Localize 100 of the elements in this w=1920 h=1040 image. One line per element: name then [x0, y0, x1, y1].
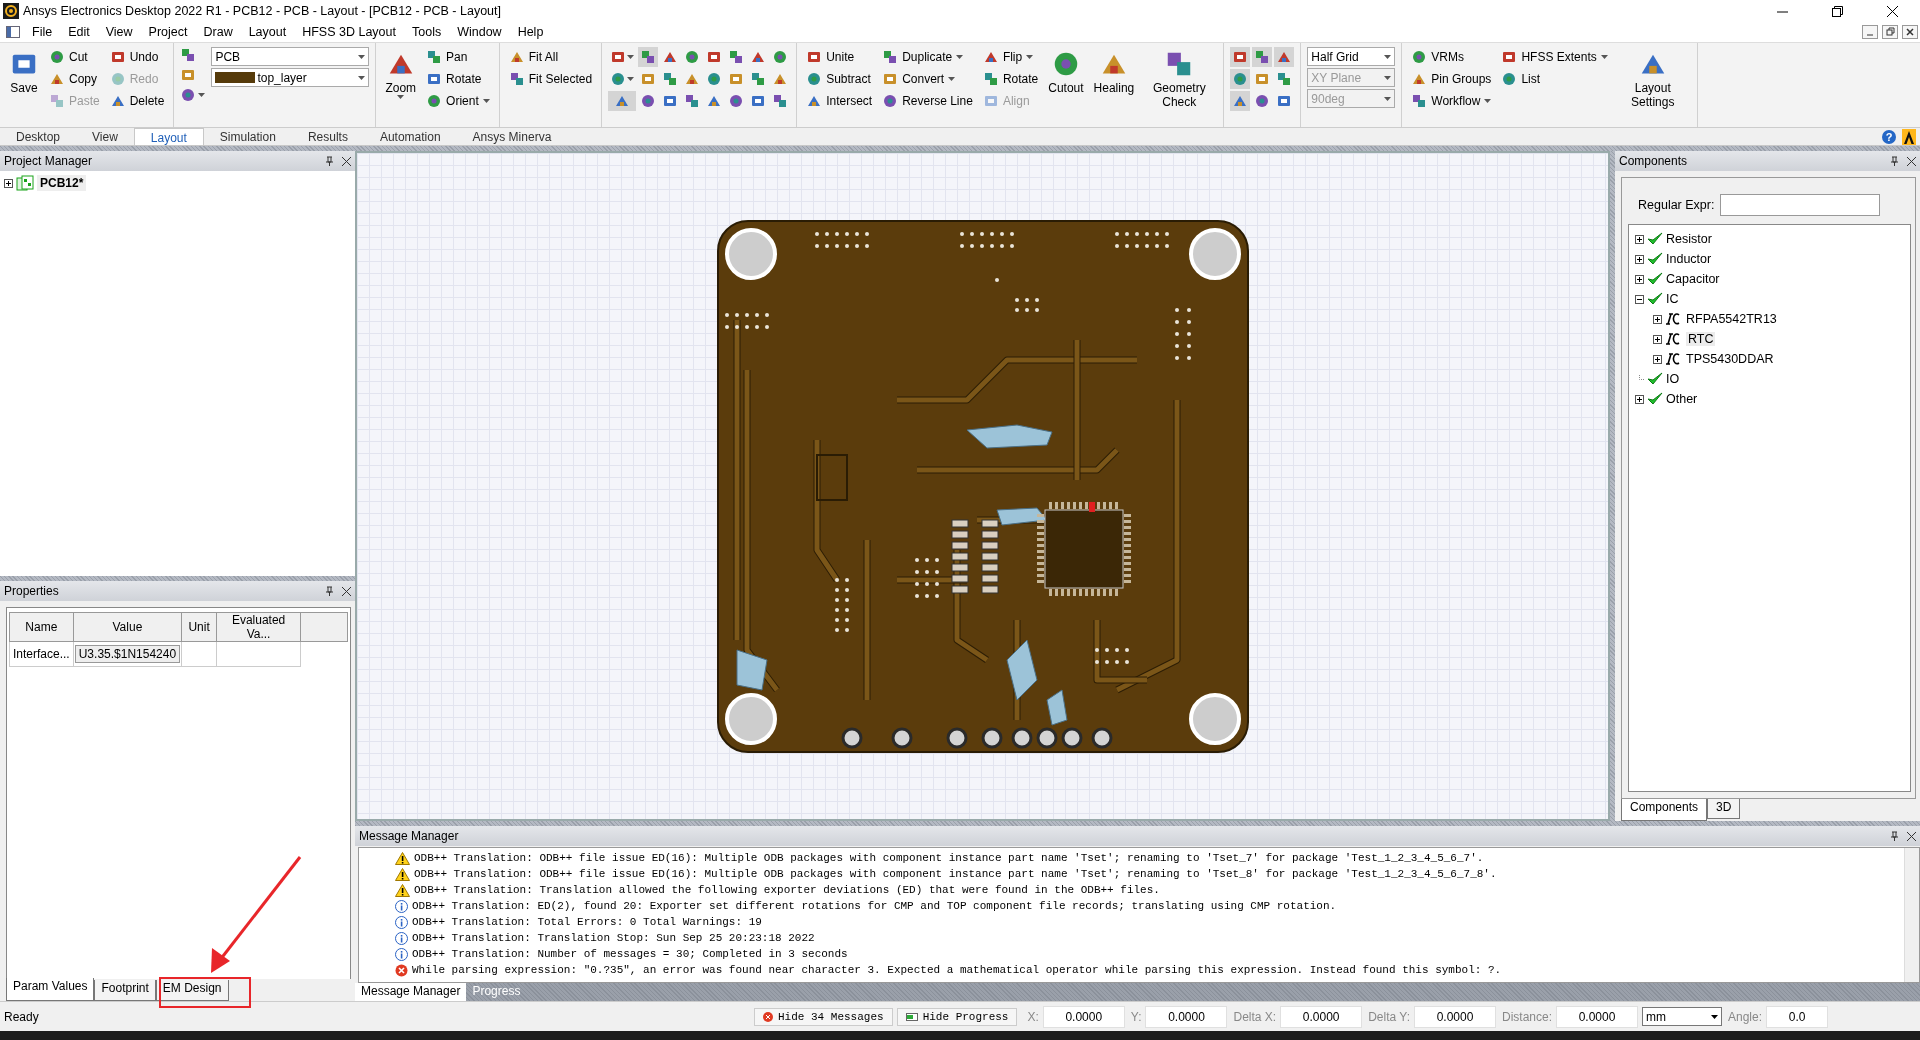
- ribbon-button[interactable]: Undo: [106, 47, 168, 67]
- column-header[interactable]: Evaluated Va...: [216, 612, 301, 642]
- tree-item[interactable]: IO: [1666, 372, 1680, 386]
- expander-icon[interactable]: [1635, 274, 1644, 284]
- regex-input-field[interactable]: [1720, 194, 1881, 216]
- tree-item[interactable]: Resistor: [1666, 232, 1712, 246]
- ribbon-button[interactable]: Subtract: [803, 69, 876, 89]
- toolbar-button[interactable]: [1230, 69, 1251, 89]
- close-icon[interactable]: [1907, 831, 1916, 841]
- toolbar-button[interactable]: [1230, 47, 1251, 67]
- ribbon-button[interactable]: Workflow: [1408, 91, 1495, 111]
- ribbon-button[interactable]: Unite: [803, 47, 876, 67]
- unit-dropdown[interactable]: mm: [1642, 1007, 1722, 1026]
- menu-item[interactable]: Tools: [404, 25, 450, 39]
- toolbar-button[interactable]: [608, 91, 637, 111]
- scrollbar[interactable]: [1904, 848, 1919, 982]
- coordinate-field[interactable]: 0.0000: [1145, 1005, 1228, 1028]
- close-icon[interactable]: [342, 586, 351, 596]
- coordinate-field[interactable]: 0.0000: [1042, 1005, 1125, 1028]
- expander-icon[interactable]: [1635, 234, 1644, 244]
- menu-item[interactable]: View: [97, 25, 141, 39]
- panel-tab[interactable]: Message Manager: [355, 983, 467, 1001]
- value-button[interactable]: U3.35.$1N154240: [74, 645, 181, 663]
- ribbon-button[interactable]: Rotate: [979, 69, 1042, 89]
- menu-item[interactable]: Help: [509, 25, 552, 39]
- expander-icon[interactable]: [1653, 354, 1662, 364]
- status-button[interactable]: Hide 34 Messages: [754, 1007, 893, 1026]
- coordinate-field[interactable]: 0.0000: [1280, 1005, 1363, 1028]
- ribbon-tab[interactable]: Simulation: [203, 128, 292, 145]
- close-icon[interactable]: [1907, 156, 1916, 166]
- ribbon-button[interactable]: HFSS Extents: [1498, 47, 1611, 67]
- toolbar-button[interactable]: [1230, 91, 1251, 111]
- ribbon-button[interactable]: Fit All: [505, 47, 596, 67]
- ribbon-button[interactable]: Duplicate: [879, 47, 976, 67]
- ribbon-tab[interactable]: Desktop: [0, 128, 77, 145]
- restore-icon[interactable]: [1832, 5, 1843, 17]
- ribbon-button[interactable]: Pan: [423, 47, 493, 67]
- coordinate-field[interactable]: 0.0000: [1556, 1005, 1638, 1028]
- panel-tab[interactable]: 3D: [1707, 799, 1741, 819]
- close-icon[interactable]: [1887, 5, 1898, 17]
- menu-item[interactable]: Layout: [240, 25, 295, 39]
- angle-field[interactable]: 0.0: [1766, 1005, 1829, 1028]
- status-button[interactable]: Hide Progress: [896, 1007, 1018, 1026]
- layer-dropdown[interactable]: top_layer: [211, 68, 370, 87]
- column-header[interactable]: Value: [73, 612, 182, 642]
- tree-item[interactable]: Capacitor: [1666, 272, 1720, 286]
- panel-tab[interactable]: Components: [1621, 799, 1708, 821]
- panel-tab[interactable]: Param Values: [6, 978, 95, 1001]
- expander-icon[interactable]: [1635, 254, 1644, 264]
- menu-item[interactable]: Draw: [195, 25, 241, 39]
- layer-dropdown[interactable]: PCB: [211, 47, 370, 66]
- close-icon[interactable]: [1902, 25, 1918, 39]
- tree-item[interactable]: RFPA5542TR13: [1686, 312, 1777, 326]
- ribbon-button[interactable]: Rotate: [423, 69, 493, 89]
- pin-icon[interactable]: [1890, 156, 1899, 166]
- toolbar-button[interactable]: [1274, 47, 1295, 67]
- ribbon-button[interactable]: Cut: [46, 47, 103, 67]
- close-icon[interactable]: [342, 156, 351, 166]
- column-header[interactable]: Name: [9, 612, 74, 642]
- tree-item[interactable]: TPS5430DDAR: [1686, 352, 1774, 366]
- ribbon-button[interactable]: Reverse Line: [879, 91, 976, 111]
- ribbon-button[interactable]: Pin Groups: [1408, 69, 1495, 89]
- menu-item[interactable]: Window: [449, 25, 510, 39]
- coordinate-field[interactable]: 0.0000: [1414, 1005, 1496, 1028]
- expander-icon[interactable]: [1653, 334, 1662, 344]
- panel-tab[interactable]: Footprint: [94, 980, 156, 1001]
- ribbon-button[interactable]: Cutout: [1045, 47, 1087, 97]
- toolbar-button[interactable]: [638, 47, 659, 67]
- menu-item[interactable]: Edit: [60, 25, 98, 39]
- ribbon-button[interactable]: Fit Selected: [505, 69, 596, 89]
- ribbon-tab[interactable]: Results: [291, 128, 364, 145]
- expander-icon[interactable]: [1635, 294, 1644, 304]
- pin-icon[interactable]: [325, 586, 334, 596]
- expander-icon[interactable]: [4, 178, 13, 188]
- ribbon-button[interactable]: Zoom: [382, 47, 420, 101]
- expander-icon[interactable]: [1635, 394, 1644, 404]
- ribbon-button[interactable]: VRMs: [1408, 47, 1495, 67]
- ribbon-button[interactable]: Copy: [46, 69, 103, 89]
- ribbon-button[interactable]: Intersect: [803, 91, 876, 111]
- tree-item[interactable]: Inductor: [1666, 252, 1712, 266]
- help-button[interactable]: ?: [1882, 130, 1896, 144]
- ribbon-button[interactable]: List: [1498, 69, 1611, 89]
- ribbon-tab[interactable]: View: [76, 128, 134, 145]
- ribbon-button[interactable]: Flip: [979, 47, 1042, 67]
- toolbar-button[interactable]: [1252, 47, 1273, 67]
- tree-item[interactable]: PCB12*: [37, 175, 87, 191]
- ribbon-tab[interactable]: Automation: [363, 128, 457, 145]
- pin-icon[interactable]: [1890, 831, 1899, 841]
- panel-tab[interactable]: EM Design: [155, 980, 229, 1001]
- ribbon-tab[interactable]: Ansys Minerva: [456, 128, 568, 145]
- pin-icon[interactable]: [325, 156, 334, 166]
- tree-item[interactable]: Other: [1666, 392, 1698, 406]
- tree-item[interactable]: IC: [1666, 292, 1679, 306]
- ribbon-button[interactable]: Save: [6, 47, 42, 97]
- ribbon-tab[interactable]: Layout: [133, 128, 204, 145]
- menu-item[interactable]: File: [24, 25, 61, 39]
- ribbon-button[interactable]: Healing: [1090, 47, 1138, 97]
- column-header[interactable]: Unit: [181, 612, 217, 642]
- tree-item[interactable]: RTC: [1686, 332, 1716, 346]
- expander-icon[interactable]: [1653, 314, 1662, 324]
